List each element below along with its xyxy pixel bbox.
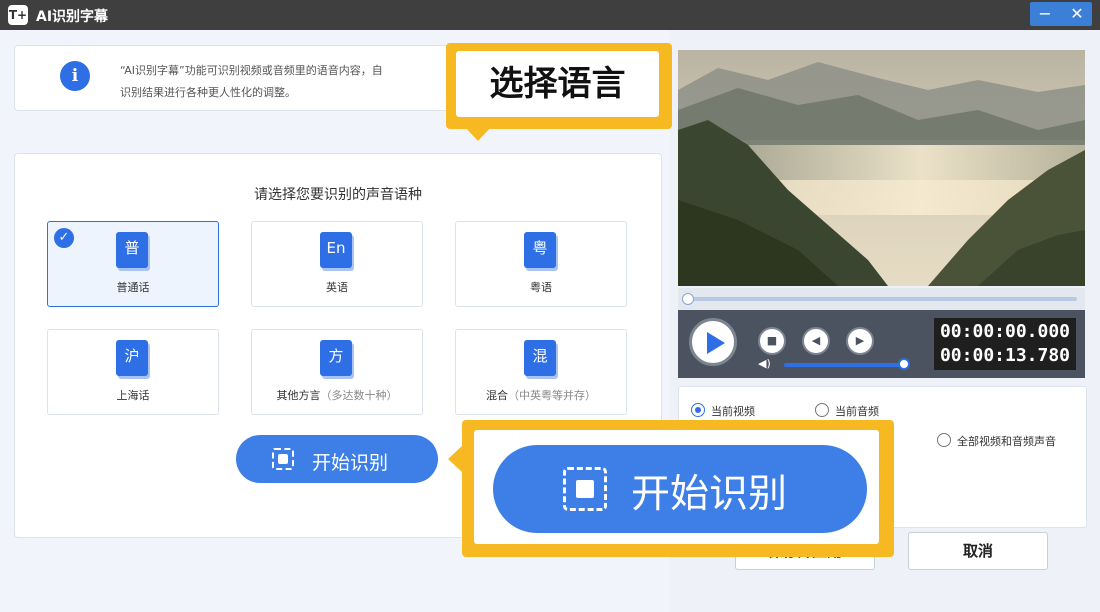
scan-voice-icon [272, 448, 294, 470]
play-icon [707, 332, 725, 354]
book-icon: 沪 [116, 340, 148, 376]
language-label: 英语 [252, 279, 422, 295]
radio-label: 全部视频和音频声音 [957, 435, 1056, 448]
language-sublabel: （中英粤等并存） [508, 389, 596, 402]
radio-label: 当前音频 [835, 405, 879, 418]
video-preview [678, 50, 1085, 286]
step-back-icon: ◀ [811, 334, 821, 347]
language-option-other-dialects[interactable]: 方 其他方言（多达数十种） [251, 329, 423, 415]
app-logo-icon: T+ [8, 5, 28, 25]
callout-select-language: 选择语言 [446, 43, 672, 141]
minimize-button[interactable]: − [1030, 2, 1060, 26]
radio-dot [815, 403, 829, 417]
language-option-english[interactable]: En 英语 [251, 221, 423, 307]
landscape-image [678, 50, 1085, 286]
window-title: AI识别字幕 [36, 9, 109, 25]
cancel-button[interactable]: 取消 [908, 532, 1048, 570]
next-frame-button[interactable]: ▶ [846, 327, 874, 355]
stop-button[interactable]: ■ [758, 327, 786, 355]
callout-start-label: 开始识别 [631, 472, 788, 517]
callout-pointer [448, 446, 462, 472]
close-button[interactable]: ✕ [1062, 2, 1092, 26]
language-name: 普通话 [116, 281, 150, 294]
volume-handle[interactable] [898, 358, 910, 370]
scan-voice-icon [563, 467, 607, 511]
language-sublabel: （多达数十种） [320, 389, 398, 402]
language-label: 混合（中英粤等并存） [456, 387, 626, 403]
language-label: 普通话 [48, 279, 218, 295]
radio-label: 当前视频 [711, 405, 755, 418]
timecode-display: 00:00:00.000 00:00:13.780 [934, 318, 1076, 370]
previous-frame-button[interactable]: ◀ [802, 327, 830, 355]
player-controls: ■ ◀ ▶ ◀) 00:00:00.000 00:00:13.780 [678, 310, 1085, 378]
book-icon: 粤 [524, 232, 556, 268]
current-time: 00:00:00.000 [939, 321, 1071, 342]
language-label: 其他方言（多达数十种） [252, 387, 422, 403]
language-label: 上海话 [48, 387, 218, 403]
window-controls: − ✕ [1030, 2, 1092, 26]
language-option-mixed[interactable]: 混 混合（中英粤等并存） [455, 329, 627, 415]
language-label: 粤语 [456, 279, 626, 295]
volume-slider[interactable] [784, 363, 904, 367]
start-recognition-label: 开始识别 [312, 452, 389, 474]
volume-icon[interactable]: ◀) [758, 358, 771, 370]
callout-start-recognition: 开始识别 [448, 420, 894, 557]
callout-pointer [465, 127, 491, 141]
language-prompt: 请选择您要识别的声音语种 [254, 187, 422, 203]
total-time: 00:00:13.780 [939, 345, 1071, 366]
start-recognition-button[interactable]: 开始识别 [236, 435, 438, 483]
book-icon: 方 [320, 340, 352, 376]
language-option-cantonese[interactable]: 粤 粤语 [455, 221, 627, 307]
language-name: 其他方言 [276, 389, 321, 402]
start-recognition-button-zoomed[interactable]: 开始识别 [493, 445, 867, 533]
play-button[interactable] [689, 318, 737, 366]
language-option-mandarin[interactable]: ✓ 普 普通话 [47, 221, 219, 307]
check-icon: ✓ [54, 228, 74, 248]
language-name: 混合 [486, 389, 508, 402]
book-icon: En [320, 232, 352, 268]
step-forward-icon: ▶ [855, 334, 865, 347]
seek-handle[interactable] [682, 293, 694, 305]
title-bar: T+ AI识别字幕 − ✕ [0, 0, 1100, 30]
book-icon: 混 [524, 340, 556, 376]
info-text: “AI识别字幕”功能可识别视频或音频里的语音内容，自 识别结果进行各种更人性化的… [120, 64, 383, 99]
seek-bar[interactable] [678, 288, 1085, 310]
language-name: 粤语 [530, 281, 552, 294]
language-name: 上海话 [116, 389, 150, 402]
callout-select-language-text: 选择语言 [456, 51, 659, 117]
info-icon: i [60, 61, 90, 91]
language-option-shanghainese[interactable]: 沪 上海话 [47, 329, 219, 415]
radio-dot [691, 403, 705, 417]
language-name: 英语 [326, 281, 348, 294]
book-icon: 普 [116, 232, 148, 268]
stop-icon: ■ [766, 334, 778, 347]
seek-track[interactable] [686, 297, 1077, 301]
radio-dot [937, 433, 951, 447]
waveform-icon [278, 454, 288, 464]
callout-inner: 开始识别 [474, 430, 879, 544]
waveform-icon [576, 480, 594, 498]
